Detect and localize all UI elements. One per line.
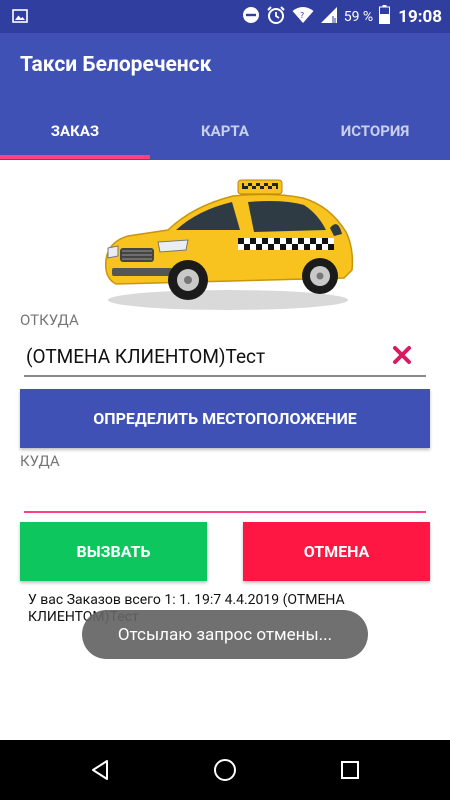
signal-icon xyxy=(320,6,338,28)
locate-button[interactable]: ОПРЕДЕЛИТЬ МЕСТОПОЛОЖЕНИЕ xyxy=(20,389,430,448)
tab-bar: ЗАКАЗ КАРТА ИСТОРИЯ xyxy=(0,101,450,160)
recents-icon[interactable] xyxy=(338,758,362,782)
to-label: КУДА xyxy=(20,452,60,470)
from-field-value: (ОТМЕНА КЛИЕНТОМ)Тест xyxy=(26,345,266,368)
call-button[interactable]: ВЫЗВАТЬ xyxy=(20,522,207,581)
tab-map[interactable]: КАРТА xyxy=(150,101,300,160)
clock: 19:08 xyxy=(398,6,442,27)
from-label: ОТКУДА xyxy=(20,311,79,329)
cancel-button[interactable]: ОТМЕНА xyxy=(243,522,430,581)
taxi-car-image xyxy=(104,179,354,310)
battery-icon xyxy=(379,5,391,28)
image-icon xyxy=(12,8,28,28)
do-not-disturb-icon xyxy=(242,6,260,28)
wifi-icon: ? xyxy=(292,6,314,28)
app-title: Такси Белореченск xyxy=(20,53,212,77)
toast-message: Отсылаю запрос отмены... xyxy=(82,610,368,659)
svg-text:?: ? xyxy=(300,11,304,20)
home-icon[interactable] xyxy=(213,758,237,782)
back-icon[interactable] xyxy=(88,758,112,782)
to-field[interactable] xyxy=(24,477,426,513)
clear-icon[interactable] xyxy=(390,343,414,367)
tab-history[interactable]: ИСТОРИЯ xyxy=(300,101,450,160)
status-bar: ? 59 % 19:08 xyxy=(0,0,450,33)
navigation-bar xyxy=(0,740,450,800)
alarm-icon xyxy=(266,5,286,29)
from-field[interactable]: (ОТМЕНА КЛИЕНТОМ)Тест xyxy=(24,341,426,377)
tab-order[interactable]: ЗАКАЗ xyxy=(0,101,150,160)
battery-percent: 59 % xyxy=(343,8,374,25)
tab-indicator xyxy=(0,155,150,159)
app-bar: Такси Белореченск xyxy=(0,33,450,101)
